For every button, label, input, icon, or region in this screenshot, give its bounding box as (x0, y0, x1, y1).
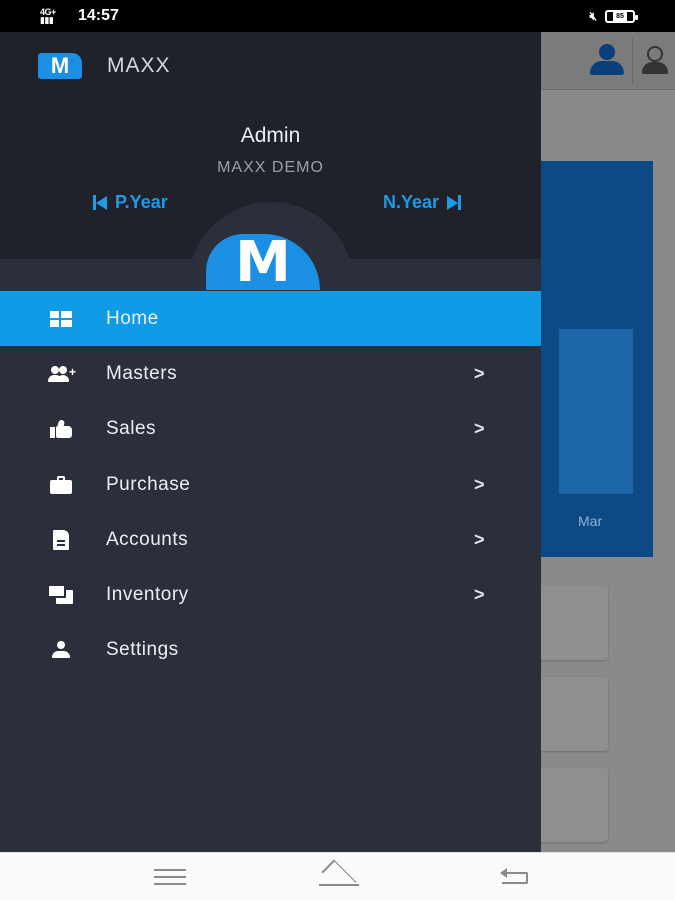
thumb-up-icon (48, 419, 74, 439)
menu-item-sales[interactable]: Sales > (0, 402, 541, 457)
menu-item-label: Home (106, 307, 159, 329)
brand-name: MAXX (107, 54, 171, 77)
menu-item-label: Masters (106, 362, 178, 384)
user-icon (588, 44, 626, 78)
chevron-right-icon: > (474, 474, 485, 495)
group-add-icon: + (48, 364, 76, 384)
status-icons: 🔇︎ 85 (589, 9, 638, 24)
background-chart-card: Mar (540, 161, 653, 557)
company-name: MAXX DEMO (217, 159, 324, 176)
battery-icon: 85 (605, 10, 638, 23)
next-year-label: N.Year (383, 192, 440, 212)
chart-bar (559, 329, 633, 494)
forum-icon (48, 585, 74, 605)
menu-item-settings[interactable]: Settings (0, 623, 541, 678)
chevron-right-icon: > (474, 363, 485, 384)
clock: 14:57 (78, 7, 119, 24)
briefcase-icon (48, 475, 74, 495)
menu-item-label: Inventory (106, 584, 189, 606)
chart-month-label: Mar (578, 513, 603, 529)
divider (632, 38, 633, 84)
skip-previous-icon (93, 195, 107, 210)
background-app-bar (540, 32, 675, 90)
battery-level: 85 (613, 12, 627, 21)
chevron-right-icon: > (474, 529, 485, 550)
previous-year-label: P.Year (115, 192, 168, 212)
navigation-drawer: M MAXX Admin MAXX DEMO P.Year N.Year M H… (0, 32, 541, 852)
menu-item-label: Purchase (106, 473, 191, 495)
drawer-menu: Home + Masters > Sales > Purchase > Acco… (0, 291, 541, 678)
background-tile (540, 677, 608, 751)
menu-item-label: Sales (106, 418, 157, 440)
person-icon (48, 640, 74, 660)
previous-year-button[interactable]: P.Year (93, 192, 168, 213)
back-button[interactable] (498, 867, 532, 887)
menu-item-accounts[interactable]: Accounts > (0, 512, 541, 567)
home-button[interactable] (317, 859, 361, 895)
chevron-right-icon: > (474, 584, 485, 605)
menu-item-home[interactable]: Home (0, 291, 541, 347)
maxx-logo-large-icon: M (206, 234, 320, 290)
chevron-right-icon: > (474, 418, 485, 439)
menu-item-label: Accounts (106, 528, 189, 550)
skip-next-icon (447, 195, 462, 210)
dashboard-icon (48, 309, 74, 329)
menu-item-masters[interactable]: + Masters > (0, 346, 541, 401)
recent-apps-button[interactable] (154, 869, 186, 885)
mute-icon: 🔇︎ (589, 9, 597, 23)
support-agent-icon (640, 44, 670, 78)
menu-item-purchase[interactable]: Purchase > (0, 457, 541, 512)
background-tile (540, 768, 608, 842)
document-icon (48, 529, 74, 550)
home-icon (321, 859, 357, 895)
menu-item-label: Settings (106, 639, 179, 661)
maxx-logo-icon: M (38, 53, 82, 79)
status-bar: 4G+ ▮▮▮ 14:57 🔇︎ 85 (0, 0, 675, 32)
network-type: 4G+ (40, 7, 56, 17)
signal-icon: 4G+ ▮▮▮ (40, 7, 56, 25)
system-navigation-bar (0, 852, 675, 900)
user-name: Admin (240, 124, 301, 147)
next-year-button[interactable]: N.Year (383, 192, 462, 213)
menu-item-inventory[interactable]: Inventory > (0, 567, 541, 622)
background-tile (540, 586, 608, 660)
